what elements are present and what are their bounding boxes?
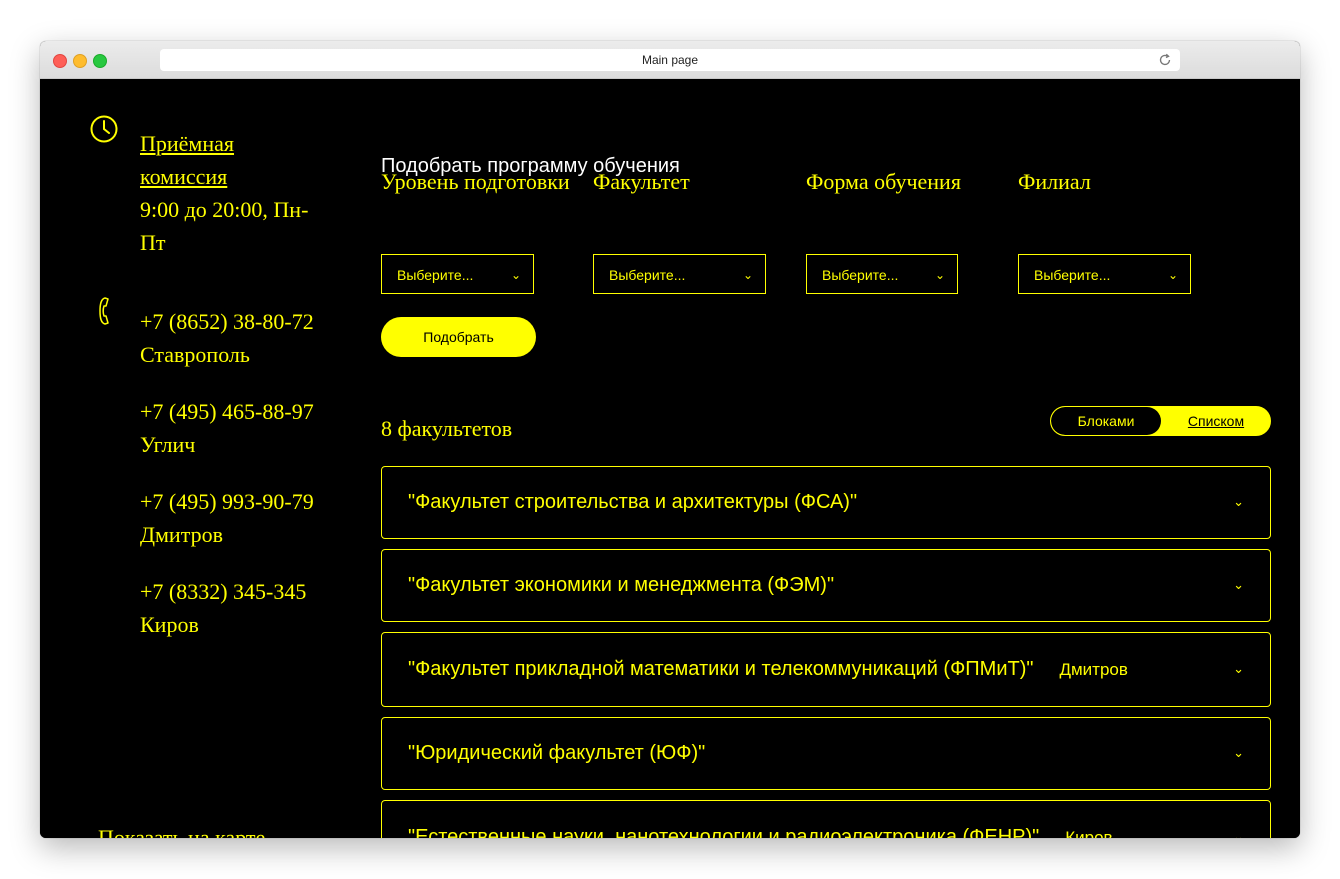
phone-number[interactable]: +7 (8652) 38-80-72 xyxy=(140,305,330,338)
phone-entry: +7 (8332) 345-345 Киров xyxy=(140,575,330,641)
chevron-down-icon: ⌄ xyxy=(1233,577,1244,592)
phone-city: Ставрополь xyxy=(140,342,250,367)
phone-number[interactable]: +7 (8332) 345-345 xyxy=(140,575,330,608)
chevron-right-icon: › xyxy=(279,832,284,838)
show-on-map-link[interactable]: Показать на карте › xyxy=(98,823,284,838)
phone-city: Киров xyxy=(140,612,199,637)
faculty-count: 8 факультетов xyxy=(381,416,513,441)
faculty-item[interactable]: "Факультет экономики и менеджмента (ФЭМ)… xyxy=(381,549,1271,622)
phone-number[interactable]: +7 (495) 465-88-97 xyxy=(140,395,330,428)
filter-label-form: Форма обучения xyxy=(806,169,961,194)
reload-icon[interactable] xyxy=(1158,53,1172,67)
browser-window: Main page Приёмная комиссия 9:00 до 20:0… xyxy=(40,41,1300,838)
view-toggle: Блоками Списком xyxy=(1050,406,1271,436)
maximize-window-icon[interactable] xyxy=(93,54,107,68)
level-select[interactable]: Выберите... ⌄ xyxy=(381,254,534,294)
faculty-name: "Факультет строительства и архитектуры (… xyxy=(408,491,858,513)
clock-icon xyxy=(90,115,118,143)
page-content: Приёмная комиссия 9:00 до 20:00, Пн-Пт +… xyxy=(40,79,1300,838)
chevron-down-icon: ⌄ xyxy=(934,268,945,282)
browser-titlebar: Main page xyxy=(40,41,1300,79)
faculty-item[interactable]: "Факультет строительства и архитектуры (… xyxy=(381,466,1271,539)
address-bar[interactable]: Main page xyxy=(160,49,1180,71)
phone-entry: +7 (495) 993-90-79 Дмитров xyxy=(140,485,330,551)
pick-button[interactable]: Подобрать xyxy=(381,317,536,357)
phone-city: Углич xyxy=(140,432,196,457)
chevron-down-icon: ⌄ xyxy=(742,268,753,282)
filter-label-faculty: Факультет xyxy=(593,169,690,194)
close-window-icon[interactable] xyxy=(53,54,67,68)
view-blocks-option[interactable]: Блоками xyxy=(1051,407,1161,435)
branch-select-value: Выберите... xyxy=(1034,267,1111,283)
phone-entry: +7 (495) 465-88-97 Углич xyxy=(140,395,330,461)
phone-list: +7 (8652) 38-80-72 Ставрополь +7 (495) 4… xyxy=(140,305,330,665)
faculty-name: "Юридический факультет (ЮФ)" xyxy=(408,742,706,764)
chevron-down-icon: ⌄ xyxy=(1233,494,1244,509)
form-select[interactable]: Выберите... ⌄ xyxy=(806,254,958,294)
faculty-branch: Киров xyxy=(1065,828,1113,838)
show-on-map-label: Показать на карте xyxy=(98,825,266,838)
phone-city: Дмитров xyxy=(140,522,223,547)
chevron-down-icon: ⌄ xyxy=(510,268,521,282)
faculty-branch: Дмитров xyxy=(1059,660,1128,679)
chevron-down-icon: ⌄ xyxy=(1233,661,1244,676)
branch-select[interactable]: Выберите... ⌄ xyxy=(1018,254,1191,294)
admission-hours: 9:00 до 20:00, Пн-Пт xyxy=(140,197,309,255)
filter-label-branch: Филиал xyxy=(1018,169,1091,194)
page-title: Main page xyxy=(641,53,699,67)
faculty-item[interactable]: "Естественные науки, нанотехнологии и ра… xyxy=(381,800,1271,838)
phone-icon xyxy=(97,296,115,326)
faculty-item[interactable]: "Юридический факультет (ЮФ)" ⌄ xyxy=(381,717,1271,790)
filter-label-level: Уровень подготовки xyxy=(381,169,570,194)
minimize-window-icon[interactable] xyxy=(73,54,87,68)
faculty-item[interactable]: "Факультет прикладной математики и телек… xyxy=(381,632,1271,707)
faculty-name: "Факультет экономики и менеджмента (ФЭМ)… xyxy=(408,574,835,596)
level-select-value: Выберите... xyxy=(397,267,474,283)
admission-info: Приёмная комиссия 9:00 до 20:00, Пн-Пт xyxy=(140,127,320,259)
admission-link[interactable]: Приёмная комиссия xyxy=(140,127,320,193)
faculty-name: "Естественные науки, нанотехнологии и ра… xyxy=(408,826,1040,838)
view-list-option[interactable]: Списком xyxy=(1161,407,1270,435)
phone-number[interactable]: +7 (495) 993-90-79 xyxy=(140,485,330,518)
faculty-list: "Факультет строительства и архитектуры (… xyxy=(381,466,1271,838)
phone-entry: +7 (8652) 38-80-72 Ставрополь xyxy=(140,305,330,371)
faculty-name: "Факультет прикладной математики и телек… xyxy=(408,658,1034,680)
chevron-down-icon: ⌄ xyxy=(1167,268,1178,282)
form-select-value: Выберите... xyxy=(822,267,899,283)
faculty-select[interactable]: Выберите... ⌄ xyxy=(593,254,766,294)
faculty-select-value: Выберите... xyxy=(609,267,686,283)
chevron-down-icon: ⌄ xyxy=(1233,829,1244,838)
chevron-down-icon: ⌄ xyxy=(1233,745,1244,760)
